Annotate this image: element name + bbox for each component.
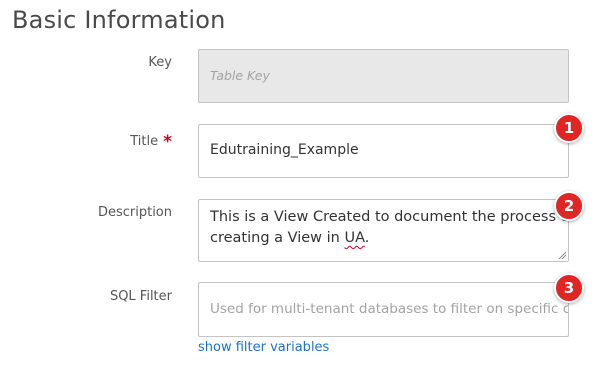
description-value: This is a View Created to document the p… [210,207,569,249]
callout-badge-3: 3 [554,273,584,303]
section-title: Basic Information [12,6,226,34]
spellcheck-word: UA [344,230,365,246]
resize-handle-icon[interactable] [558,251,566,259]
callout-badge-2: 2 [554,191,584,221]
description-textarea[interactable]: This is a View Created to document the p… [198,199,569,262]
key-field[interactable]: Table Key [198,49,569,103]
key-placeholder: Table Key [210,68,270,83]
title-value: Edutraining_Example [210,142,359,158]
description-line-2-end: . [364,230,370,246]
title-label: Title * [130,130,172,152]
description-line-1: This is a View Created to document the p… [210,209,569,225]
description-line-2: creating a View in UA. [210,228,560,249]
sql-filter-label: SQL Filter [109,289,172,304]
show-filter-variables-link[interactable]: show filter variables [198,340,329,355]
title-label-text: Title [130,134,159,149]
callout-badge-1: 1 [554,113,584,143]
description-label: Description [97,205,172,220]
sql-filter-input[interactable]: Used for multi-tenant databases to filte… [198,282,569,337]
description-line-2-start: creating a View in [210,230,345,246]
sql-filter-placeholder: Used for multi-tenant databases to filte… [210,301,569,317]
required-asterisk: * [163,132,172,152]
title-input[interactable]: Edutraining_Example [198,124,569,178]
key-label: Key [148,55,172,70]
